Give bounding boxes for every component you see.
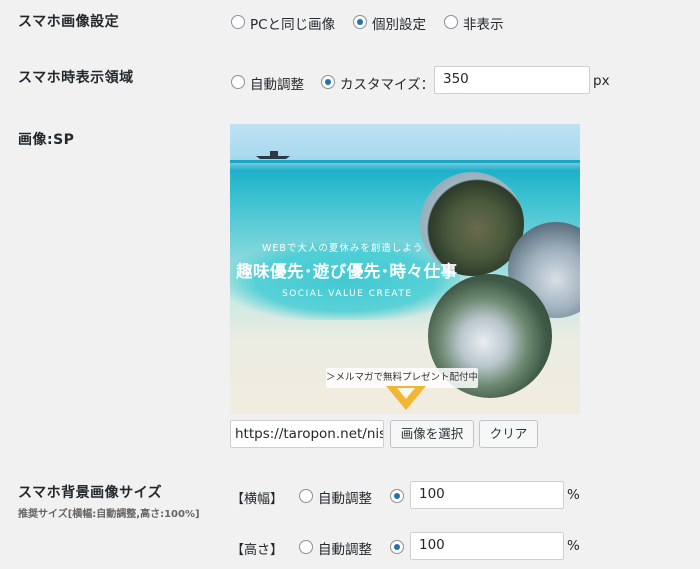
boat-icon bbox=[256, 151, 290, 159]
height-auto-label: 自動調整 bbox=[318, 542, 372, 558]
radio-height-auto[interactable] bbox=[299, 540, 313, 554]
radio-hide[interactable] bbox=[444, 15, 458, 29]
width-label: 【横幅】 bbox=[231, 492, 284, 507]
clear-button[interactable]: クリア bbox=[479, 420, 538, 448]
sp-bg-size-label: スマホ背景画像サイズ bbox=[18, 485, 163, 501]
radio-pc-same-image[interactable] bbox=[231, 15, 245, 29]
sp-image-label: 画像:SP bbox=[18, 132, 75, 148]
radio-width-custom[interactable] bbox=[390, 489, 404, 503]
banner-small-text: WEBで大人の夏休みを創造しよう bbox=[262, 243, 424, 254]
image-url-input[interactable]: https://taropon.net/nisl bbox=[230, 420, 384, 448]
option-hide-label: 非表示 bbox=[463, 17, 504, 33]
arrow-down-inner bbox=[397, 388, 415, 399]
height-unit: % bbox=[567, 538, 580, 554]
radio-height-custom[interactable] bbox=[390, 540, 404, 554]
display-area-height-input[interactable]: 350 bbox=[434, 66, 590, 94]
radio-individual-setting[interactable] bbox=[353, 15, 367, 29]
height-value-input[interactable]: 100 bbox=[410, 532, 564, 560]
select-image-button[interactable]: 画像を選択 bbox=[390, 420, 474, 448]
banner-main-text: 趣味優先･遊び優先･時々仕事 bbox=[236, 262, 458, 281]
width-unit: % bbox=[567, 487, 580, 503]
banner-cta-text: ＞メルマガで無料プレゼント配付中＜ bbox=[326, 368, 478, 403]
radio-customize[interactable] bbox=[321, 75, 335, 89]
banner-english-text: SOCIAL VALUE CREATE bbox=[282, 289, 413, 299]
sp-bg-size-recommend: 推奨サイズ[横幅:自動調整,高さ:100%] bbox=[18, 509, 200, 520]
width-auto-label: 自動調整 bbox=[318, 491, 372, 507]
radio-auto-adjust[interactable] bbox=[231, 75, 245, 89]
width-value-input[interactable]: 100 bbox=[410, 481, 564, 509]
option-customize-label: カスタマイズ： bbox=[340, 77, 435, 93]
sp-image-preview: WEBで大人の夏休みを創造しよう 趣味優先･遊び優先･時々仕事 SOCIAL V… bbox=[230, 124, 580, 414]
display-area-unit: px bbox=[593, 73, 610, 89]
height-label: 【高さ】 bbox=[231, 543, 284, 558]
option-pc-same-image-label: PCと同じ画像 bbox=[250, 17, 336, 33]
option-individual-setting-label: 個別設定 bbox=[372, 17, 426, 33]
radio-width-auto[interactable] bbox=[299, 489, 313, 503]
horizon-line bbox=[230, 160, 580, 163]
sp-image-setting-label: スマホ画像設定 bbox=[18, 14, 120, 30]
option-auto-adjust-label: 自動調整 bbox=[250, 77, 304, 93]
sp-display-area-label: スマホ時表示領域 bbox=[18, 70, 134, 86]
